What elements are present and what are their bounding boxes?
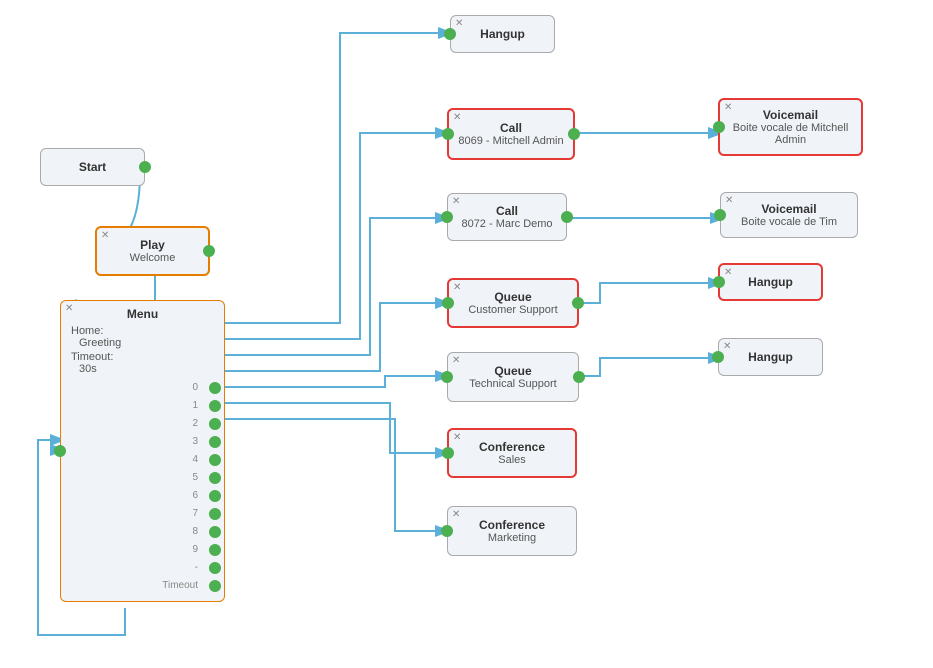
call-marc-out-port[interactable]	[561, 211, 573, 223]
voicemail-tim-in-port[interactable]	[714, 209, 726, 221]
port-9-dot[interactable]	[209, 544, 221, 556]
port-6-dot[interactable]	[209, 490, 221, 502]
menu-in-port[interactable]	[54, 445, 66, 457]
start-out-port[interactable]	[139, 161, 151, 173]
play-out-port[interactable]	[203, 245, 215, 257]
port-7-dot[interactable]	[209, 508, 221, 520]
port-3-label: 3	[192, 434, 198, 450]
call-mitchell-in-port[interactable]	[442, 128, 454, 140]
port-1-label: 1	[192, 398, 198, 414]
voicemail-tim-node: ✕ Voicemail Boite vocale de Tim	[720, 192, 858, 238]
voicemail-mitchell-sub: Boite vocale de Mitchell Admin	[728, 122, 853, 146]
call-mitchell-close-icon[interactable]: ✕	[453, 112, 461, 123]
hangup-ts-in-port[interactable]	[712, 351, 724, 363]
port-3-dot[interactable]	[209, 436, 221, 448]
menu-timeout-label: Timeout:	[71, 351, 113, 363]
voicemail-tim-close-icon[interactable]: ✕	[725, 195, 733, 206]
play-title: Play	[140, 238, 165, 252]
port-7-label: 7	[192, 506, 198, 522]
hangup-top-label: Hangup	[480, 27, 525, 41]
voicemail-tim-sub: Boite vocale de Tim	[741, 216, 837, 228]
start-label: Start	[79, 160, 106, 174]
port-6-label: 6	[192, 488, 198, 504]
port-4-dot[interactable]	[209, 454, 221, 466]
port-5-dot[interactable]	[209, 472, 221, 484]
hangup-ts-label: Hangup	[748, 350, 793, 364]
hangup-cs-close-icon[interactable]: ✕	[724, 267, 732, 278]
conf-sales-title: Conference	[479, 440, 545, 454]
port-8-label: 8	[192, 524, 198, 540]
conf-sales-sub: Sales	[498, 454, 526, 466]
voicemail-mitchell-in-port[interactable]	[713, 121, 725, 133]
menu-close-icon[interactable]: ✕	[65, 303, 73, 314]
queue-cs-title: Queue	[494, 290, 531, 304]
play-welcome-node: ✕ Play Welcome	[95, 226, 210, 276]
conf-marketing-node: ✕ Conference Marketing	[447, 506, 577, 556]
port-2-label: 2	[192, 416, 198, 432]
port-4-label: 4	[192, 452, 198, 468]
call-mitchell-title: Call	[500, 121, 522, 135]
port-timeout-dot[interactable]	[209, 580, 221, 592]
queue-ts-sub: Technical Support	[469, 378, 556, 390]
port-1-dot[interactable]	[209, 400, 221, 412]
port-timeout-label: Timeout	[162, 578, 198, 594]
queue-cs-close-icon[interactable]: ✕	[453, 282, 461, 293]
queue-ts-in-port[interactable]	[441, 371, 453, 383]
call-marc-in-port[interactable]	[441, 211, 453, 223]
hangup-ts-node: ✕ Hangup	[718, 338, 823, 376]
hangup-top-in-port[interactable]	[444, 28, 456, 40]
conf-marketing-sub: Marketing	[488, 532, 536, 544]
menu-home-label: Home:	[71, 325, 103, 337]
call-mitchell-sub: 8069 - Mitchell Admin	[458, 135, 563, 147]
voicemail-mitchell-node: ✕ Voicemail Boite vocale de Mitchell Adm…	[718, 98, 863, 156]
port-5-label: 5	[192, 470, 198, 486]
hangup-cs-in-port[interactable]	[713, 276, 725, 288]
port-2-dot[interactable]	[209, 418, 221, 430]
queue-cs-in-port[interactable]	[442, 297, 454, 309]
queue-ts-title: Queue	[494, 364, 531, 378]
play-sub: Welcome	[130, 252, 176, 264]
hangup-cs-label: Hangup	[748, 275, 793, 289]
port-0-dot[interactable]	[209, 382, 221, 394]
conf-marketing-title: Conference	[479, 518, 545, 532]
conf-sales-close-icon[interactable]: ✕	[453, 432, 461, 443]
menu-home-value: Greeting	[79, 337, 121, 349]
call-marc-close-icon[interactable]: ✕	[452, 196, 460, 207]
port-9-label: 9	[192, 542, 198, 558]
call-mitchell-node: ✕ Call 8069 - Mitchell Admin	[447, 108, 575, 160]
port-star-dot[interactable]	[209, 562, 221, 574]
voicemail-mitchell-title: Voicemail	[763, 108, 818, 122]
port-8-dot[interactable]	[209, 526, 221, 538]
conf-marketing-in-port[interactable]	[441, 525, 453, 537]
port-0-label: 0	[192, 380, 198, 396]
menu-timeout-value: 30s	[79, 363, 97, 375]
start-node: Start	[40, 148, 145, 186]
queue-ts-close-icon[interactable]: ✕	[452, 355, 460, 366]
queue-ts-node: ✕ Queue Technical Support	[447, 352, 579, 402]
conf-marketing-close-icon[interactable]: ✕	[452, 509, 460, 520]
call-marc-node: ✕ Call 8072 - Marc Demo	[447, 193, 567, 241]
call-marc-sub: 8072 - Marc Demo	[461, 218, 552, 230]
play-close-icon[interactable]: ✕	[101, 230, 109, 241]
voicemail-tim-title: Voicemail	[761, 202, 816, 216]
call-mitchell-out-port[interactable]	[568, 128, 580, 140]
hangup-top-node: ✕ Hangup	[450, 15, 555, 53]
hangup-top-close-icon[interactable]: ✕	[455, 18, 463, 29]
menu-node: ✕ Menu Home: Greeting Timeout: 30s 0 1 2…	[60, 300, 225, 602]
conf-sales-node: ✕ Conference Sales	[447, 428, 577, 478]
queue-cs-out-port[interactable]	[572, 297, 584, 309]
hangup-cs-node: ✕ Hangup	[718, 263, 823, 301]
queue-ts-out-port[interactable]	[573, 371, 585, 383]
conf-sales-in-port[interactable]	[442, 447, 454, 459]
menu-title: Menu	[71, 307, 214, 321]
port-star-label: -	[195, 560, 198, 576]
queue-cs-node: ✕ Queue Customer Support	[447, 278, 579, 328]
hangup-ts-close-icon[interactable]: ✕	[723, 341, 731, 352]
queue-cs-sub: Customer Support	[468, 304, 557, 316]
voicemail-mitchell-close-icon[interactable]: ✕	[724, 102, 732, 113]
call-marc-title: Call	[496, 204, 518, 218]
